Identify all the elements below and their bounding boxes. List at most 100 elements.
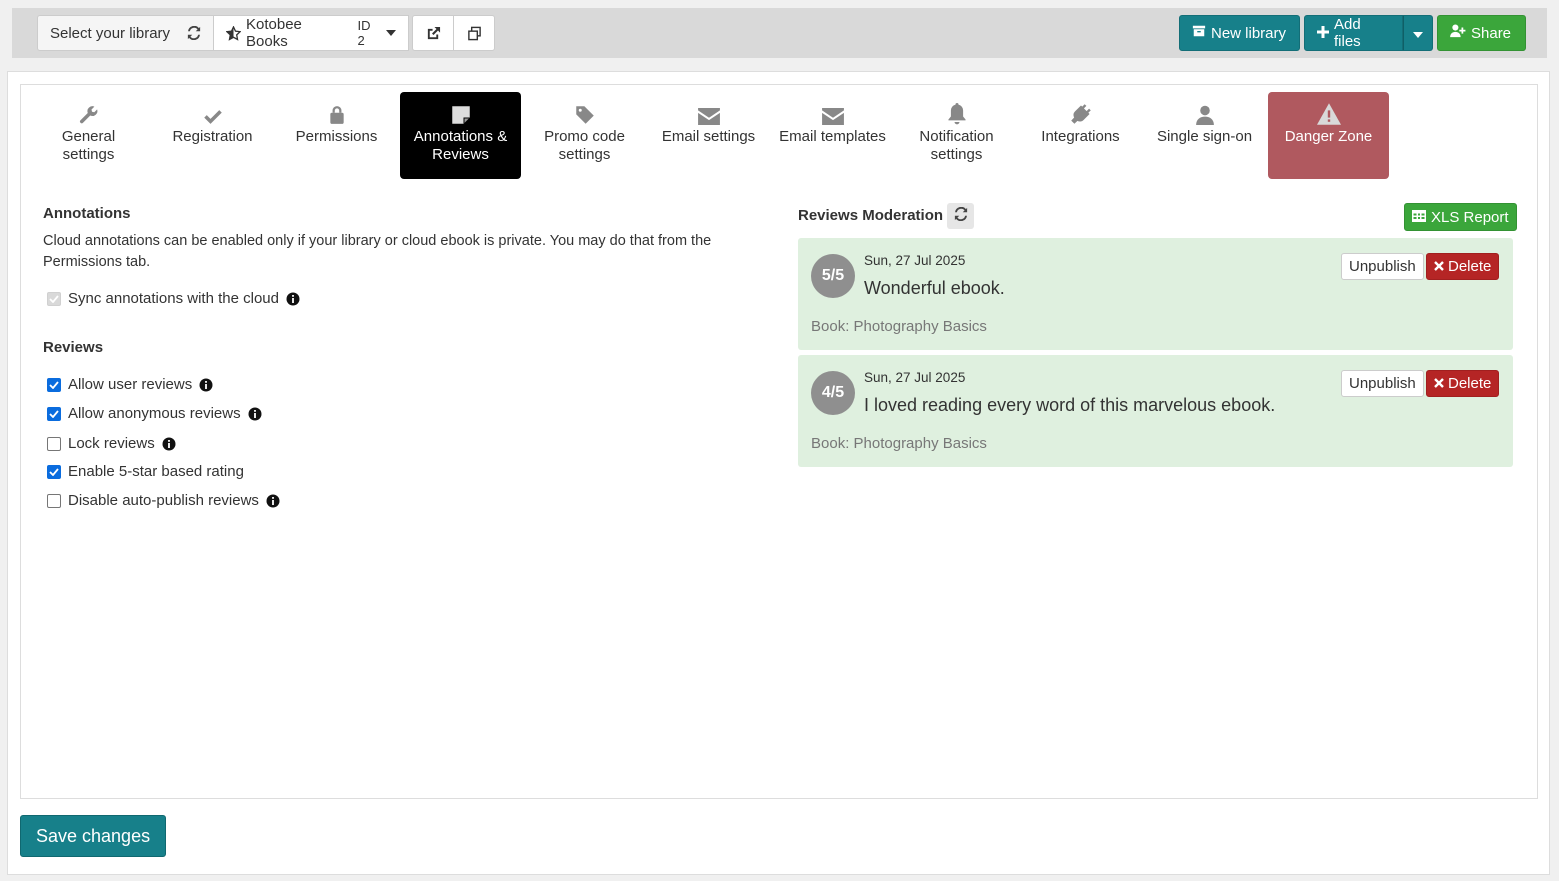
main-panel: General settings Registration Permission… bbox=[7, 71, 1550, 875]
option-label: Lock reviews bbox=[68, 435, 155, 452]
select-library-button[interactable]: Select your library bbox=[37, 15, 214, 51]
allow-user-reviews-checkbox[interactable] bbox=[47, 377, 61, 392]
option-label: Enable 5-star based rating bbox=[68, 463, 244, 480]
tab-email-settings[interactable]: Email settings bbox=[648, 92, 769, 179]
library-dropdown-button[interactable]: Kotobee Books ID 2 bbox=[214, 15, 409, 51]
settings-panel: General settings Registration Permission… bbox=[20, 84, 1538, 799]
tab-label: Annotations & Reviews bbox=[413, 128, 508, 163]
disable-auto-publish-checkbox[interactable] bbox=[47, 493, 61, 508]
tab-permissions[interactable]: Permissions bbox=[276, 92, 397, 179]
tag-icon bbox=[575, 103, 595, 125]
tab-general-settings[interactable]: General settings bbox=[28, 92, 149, 179]
select-library-label: Select your library bbox=[50, 24, 171, 42]
tab-label: General settings bbox=[61, 128, 116, 163]
enable-star-rating-checkbox[interactable] bbox=[47, 464, 61, 479]
tab-integrations[interactable]: Integrations bbox=[1020, 92, 1141, 179]
wrench-icon bbox=[79, 103, 99, 125]
tab-label: Email settings bbox=[661, 128, 756, 145]
user-plus-icon bbox=[1450, 24, 1466, 42]
rating-badge: 5/5 bbox=[811, 254, 855, 298]
tab-label: Email templates bbox=[779, 128, 886, 145]
caret-down-icon bbox=[1413, 25, 1423, 42]
save-changes-button[interactable]: Save changes bbox=[20, 815, 167, 857]
warning-icon bbox=[1316, 103, 1341, 125]
reviews-heading: Reviews bbox=[43, 339, 104, 356]
option-label: Disable auto-publish reviews bbox=[68, 492, 259, 509]
new-library-label: New library bbox=[1211, 24, 1287, 42]
note-icon bbox=[451, 103, 471, 125]
share-button[interactable]: Share bbox=[1437, 15, 1526, 51]
enable-star-rating-option: Enable 5-star based rating bbox=[47, 463, 244, 480]
unpublish-button[interactable]: Unpublish bbox=[1341, 370, 1424, 397]
review-text: Wonderful ebook. bbox=[864, 278, 1005, 298]
tab-registration[interactable]: Registration bbox=[152, 92, 273, 179]
tab-label: Notification settings bbox=[919, 128, 994, 163]
tab-label: Registration bbox=[172, 128, 253, 145]
lock-reviews-option: Lock reviews bbox=[47, 435, 176, 452]
reviews-moderation-heading: Reviews Moderation bbox=[798, 207, 944, 224]
review-book: Book: Photography Basics bbox=[811, 318, 987, 335]
table-icon bbox=[1412, 209, 1426, 226]
envelope-icon bbox=[821, 103, 844, 125]
tab-label: Promo code settings bbox=[544, 128, 625, 163]
copy-icon bbox=[467, 26, 482, 41]
tab-danger-zone[interactable]: Danger Zone bbox=[1268, 92, 1389, 179]
bell-icon bbox=[947, 103, 967, 125]
tab-annotations-reviews[interactable]: Annotations & Reviews bbox=[400, 92, 521, 179]
info-icon[interactable] bbox=[162, 437, 176, 451]
plus-icon bbox=[1317, 25, 1329, 42]
allow-anonymous-reviews-option: Allow anonymous reviews bbox=[47, 405, 262, 422]
refresh-icon bbox=[187, 26, 201, 40]
info-icon[interactable] bbox=[266, 494, 280, 508]
open-external-button[interactable] bbox=[412, 15, 454, 51]
plug-icon bbox=[1070, 103, 1092, 125]
new-library-button[interactable]: New library bbox=[1179, 15, 1300, 51]
external-link-icon bbox=[426, 26, 441, 41]
delete-button[interactable]: Delete bbox=[1426, 253, 1500, 280]
external-actions-group bbox=[412, 15, 495, 51]
user-icon bbox=[1195, 103, 1214, 125]
review-card: 4/5 Sun, 27 Jul 2025 I loved reading eve… bbox=[798, 355, 1513, 467]
tab-promo-code-settings[interactable]: Promo code settings bbox=[524, 92, 645, 179]
copy-button[interactable] bbox=[454, 15, 495, 51]
delete-label: Delete bbox=[1448, 258, 1492, 275]
tab-label: Single sign-on bbox=[1156, 128, 1253, 145]
lock-reviews-checkbox[interactable] bbox=[47, 436, 61, 451]
review-text: I loved reading every word of this marve… bbox=[864, 395, 1276, 415]
info-icon[interactable] bbox=[248, 407, 262, 421]
unpublish-button[interactable]: Unpublish bbox=[1341, 253, 1424, 280]
tab-email-templates[interactable]: Email templates bbox=[772, 92, 893, 179]
library-name: Kotobee Books bbox=[246, 16, 302, 50]
add-files-label: Add files bbox=[1334, 16, 1361, 50]
add-files-dropdown-button[interactable] bbox=[1403, 15, 1433, 51]
annotations-heading: Annotations bbox=[43, 205, 131, 222]
xls-report-label: XLS Report bbox=[1431, 208, 1509, 226]
delete-button[interactable]: Delete bbox=[1426, 370, 1500, 397]
share-label: Share bbox=[1471, 24, 1512, 42]
check-icon bbox=[203, 103, 223, 125]
tab-single-sign-on[interactable]: Single sign-on bbox=[1144, 92, 1265, 179]
library-id: ID 2 bbox=[357, 18, 371, 48]
option-label: Allow anonymous reviews bbox=[68, 405, 241, 422]
review-date: Sun, 27 Jul 2025 bbox=[864, 253, 966, 268]
refresh-reviews-button[interactable] bbox=[947, 203, 974, 229]
annotations-description: Cloud annotations can be enabled only if… bbox=[43, 233, 712, 270]
sync-annotations-checkbox[interactable] bbox=[47, 291, 61, 306]
allow-user-reviews-option: Allow user reviews bbox=[47, 376, 213, 393]
xls-report-button[interactable]: XLS Report bbox=[1404, 203, 1517, 231]
tab-label: Integrations bbox=[1041, 128, 1120, 145]
add-files-group: Add files bbox=[1304, 15, 1433, 51]
review-date: Sun, 27 Jul 2025 bbox=[864, 370, 966, 385]
envelope-icon bbox=[697, 103, 720, 125]
tab-notification-settings[interactable]: Notification settings bbox=[896, 92, 1017, 179]
top-toolbar: Select your library Kotobee Books ID 2 N… bbox=[12, 8, 1547, 58]
add-files-button[interactable]: Add files bbox=[1304, 15, 1403, 51]
info-icon[interactable] bbox=[199, 378, 213, 392]
allow-anonymous-reviews-checkbox[interactable] bbox=[47, 406, 61, 421]
archive-icon bbox=[1192, 24, 1206, 42]
close-icon bbox=[1434, 258, 1444, 275]
sync-annotations-option: Sync annotations with the cloud bbox=[47, 290, 300, 307]
tab-label: Permissions bbox=[295, 128, 378, 145]
option-label: Allow user reviews bbox=[68, 376, 193, 393]
info-icon[interactable] bbox=[286, 292, 300, 306]
